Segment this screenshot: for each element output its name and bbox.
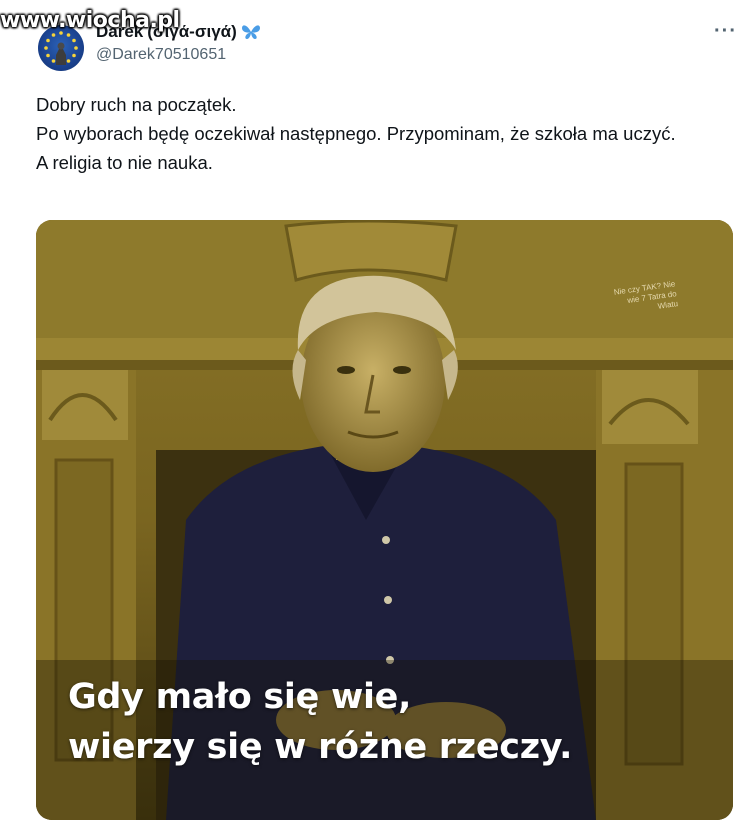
tweet-line: Po wyborach będę oczekiwał następnego. P… <box>36 123 676 144</box>
caption-line: Gdy mało się wie, <box>68 677 412 717</box>
tweet-media-image[interactable]: Nie czy TAK? Nie wie 7 Tatra do Wiatu Gd… <box>36 220 733 820</box>
tweet-card: www.wiocha.pl Darek (σιγά-σιγά) @Darek70… <box>0 0 750 820</box>
image-caption: Gdy mało się wie, wierzy się w różne rze… <box>68 672 718 772</box>
tweet-line: A religia to nie nauka. <box>36 152 213 173</box>
more-options-button[interactable]: ··· <box>714 20 737 43</box>
tweet-line: Dobry ruch na początek. <box>36 94 237 115</box>
site-watermark: www.wiocha.pl <box>0 8 180 33</box>
tweet-text: Dobry ruch na początek. Po wyborach będę… <box>36 90 726 177</box>
author-handle[interactable]: @Darek70510651 <box>96 46 226 64</box>
caption-line: wierzy się w różne rzeczy. <box>68 727 573 767</box>
butterfly-icon <box>241 23 261 41</box>
